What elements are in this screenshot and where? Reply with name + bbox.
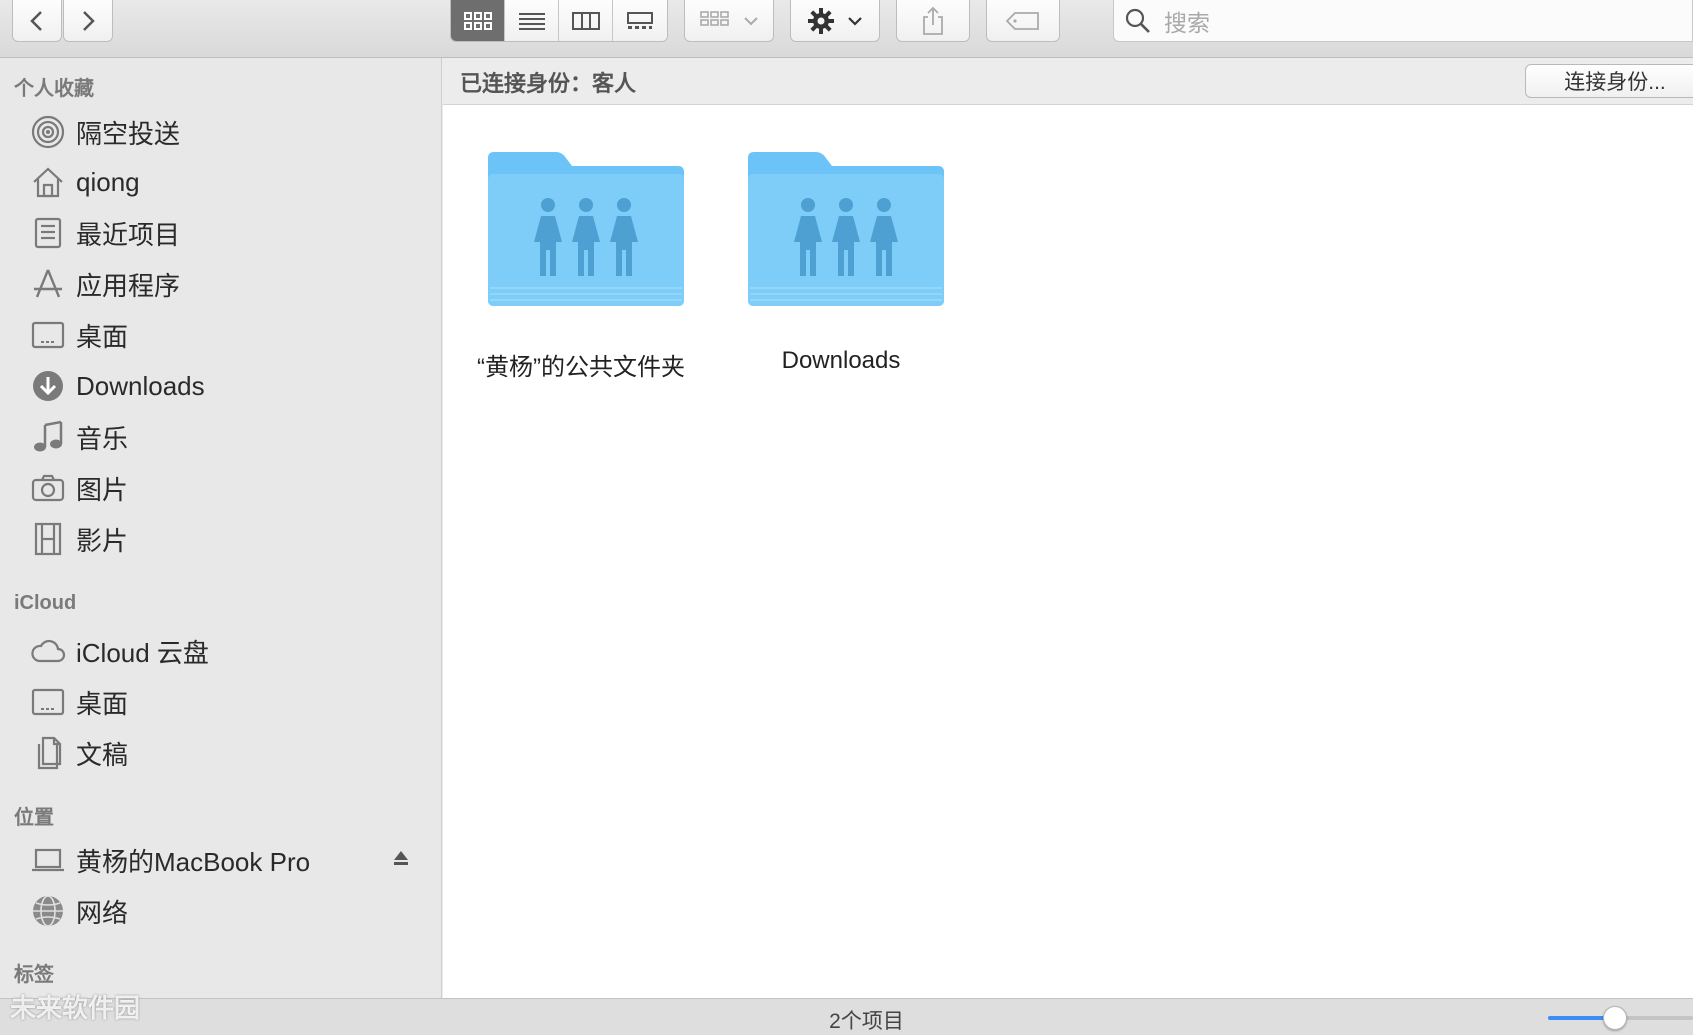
gallery-view-button[interactable] [613, 0, 667, 41]
sidebar-item-airdrop[interactable]: 隔空投送 [30, 109, 425, 155]
search-field[interactable]: 搜索 [1113, 0, 1693, 42]
sidebar-item-recents[interactable]: 最近项目 [30, 210, 425, 256]
sidebar-item-label: 图片 [76, 474, 129, 505]
columns-icon [571, 12, 600, 30]
sidebar-item-label: 文稿 [76, 739, 129, 770]
sidebar-item-applications[interactable]: 应用程序 [30, 261, 425, 307]
group-grid-icon [700, 10, 729, 26]
document-icon [30, 735, 66, 771]
connection-status: 已连接身份：客人 [460, 71, 637, 96]
slider-knob[interactable] [1603, 1006, 1627, 1030]
sidebar-item-network[interactable]: 网络 [30, 888, 425, 934]
watermark: 未来软件园 [10, 993, 141, 1023]
file-name: Downloads [781, 347, 901, 374]
icon-view-button[interactable] [451, 0, 505, 41]
camera-icon [30, 470, 66, 506]
action-menu-button[interactable] [790, 0, 880, 42]
sidebar-item-label: 桌面 [76, 688, 129, 719]
sidebar-item-movies[interactable]: 影片 [30, 516, 425, 562]
sidebar-item-desktop[interactable]: 桌面 [30, 312, 425, 358]
film-icon [30, 521, 66, 557]
tag-button[interactable] [986, 0, 1060, 42]
tag-icon [1005, 11, 1039, 30]
sidebar-item-downloads[interactable]: Downloads [30, 363, 425, 409]
gear-icon [808, 7, 834, 34]
chevron-right-icon [83, 10, 95, 31]
section-locations-title: 位置 [14, 807, 54, 829]
sidebar-item-icloud-desktop[interactable]: 桌面 [30, 679, 425, 725]
sidebar-item-label: 应用程序 [76, 270, 181, 301]
sidebar-item-label: Downloads [76, 370, 205, 401]
column-view-button[interactable] [559, 0, 613, 41]
list-view-button[interactable] [505, 0, 559, 41]
downloads-icon [30, 368, 66, 404]
sidebar-item-label: 桌面 [76, 321, 129, 352]
home-icon [30, 164, 66, 200]
sidebar-item-label: 隔空投送 [76, 118, 181, 149]
file-browser: 已连接身份：客人 连接身份... “黄杨”的公共文件夹 Downloads [443, 58, 1693, 998]
group-by-button[interactable] [684, 0, 774, 42]
file-name: “黄杨”的公共文件夹 [477, 354, 685, 381]
toolbar: 搜索 [0, 0, 1693, 58]
chevron-down-icon [744, 16, 758, 25]
sidebar-item-pictures[interactable]: 图片 [30, 465, 425, 511]
sidebar-item-label: 网络 [76, 897, 129, 928]
sidebar-item-icloud-drive[interactable]: iCloud 云盘 [30, 628, 425, 674]
forward-button[interactable] [63, 0, 113, 42]
cloud-icon [30, 633, 66, 669]
network-icon [30, 893, 66, 929]
desktop-icon [30, 684, 66, 720]
back-button[interactable] [12, 0, 62, 42]
music-icon [30, 419, 66, 455]
search-placeholder: 搜索 [1164, 9, 1210, 36]
icon-size-slider[interactable] [1548, 1006, 1693, 1030]
sidebar-item-label: qiong [76, 166, 140, 197]
sidebar-item-label: 音乐 [76, 423, 129, 454]
sidebar: 个人收藏 隔空投送 qiong 最近项目 应用程序 桌面 Downloads 音… [0, 58, 442, 998]
status-bar: 2个项目 [0, 998, 1693, 1035]
connect-as-button[interactable]: 连接身份... [1525, 64, 1693, 98]
icon-grid-icon [463, 12, 492, 30]
search-icon [1125, 8, 1150, 33]
share-icon [923, 6, 943, 35]
desktop-icon [30, 317, 66, 353]
sidebar-item-label: 黄杨的MacBook Pro [76, 846, 311, 877]
chevron-down-icon [848, 16, 862, 26]
file-item[interactable]: “黄杨”的公共文件夹 [461, 150, 701, 381]
airdrop-icon [30, 114, 66, 150]
sidebar-item-documents[interactable]: 文稿 [30, 730, 425, 776]
chevron-left-icon [30, 10, 42, 31]
sidebar-item-label: 影片 [76, 525, 129, 556]
eject-icon[interactable] [391, 848, 411, 873]
sidebar-item-label: iCloud 云盘 [76, 637, 209, 668]
section-tags-title: 标签 [14, 964, 54, 986]
connection-bar: 已连接身份：客人 连接身份... [443, 58, 1693, 105]
file-item[interactable]: Downloads [721, 150, 961, 374]
shared-folder-icon [748, 152, 944, 306]
item-count: 2个项目 [829, 1010, 904, 1033]
sidebar-item-home[interactable]: qiong [30, 159, 425, 205]
view-mode-selector [450, 0, 668, 42]
section-icloud-title: iCloud [14, 592, 77, 614]
share-button[interactable] [896, 0, 970, 42]
list-lines-icon [518, 13, 545, 30]
recents-icon [30, 215, 66, 251]
sidebar-item-macbook[interactable]: 黄杨的MacBook Pro [30, 837, 425, 883]
sidebar-item-music[interactable]: 音乐 [30, 414, 425, 460]
sidebar-item-label: 最近项目 [76, 219, 181, 250]
shared-folder-icon [488, 152, 684, 306]
section-favorites-title: 个人收藏 [14, 78, 94, 100]
applications-icon [30, 266, 66, 302]
laptop-icon [30, 842, 66, 878]
gallery-icon [627, 12, 653, 29]
